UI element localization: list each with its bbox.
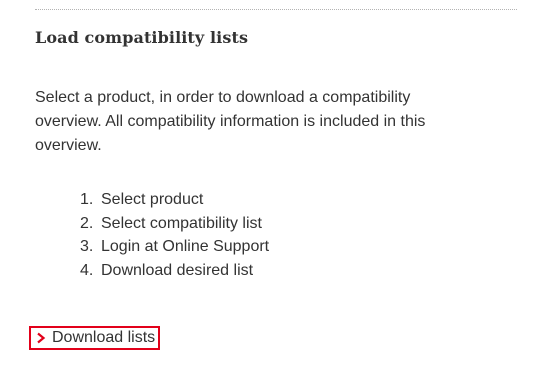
step-number: 3. [80, 238, 94, 255]
step-label: Select compatibility list [101, 214, 262, 232]
step-number: 2. [80, 214, 94, 232]
step-label: Select product [101, 191, 204, 208]
step-item: 1. Select product [80, 188, 269, 212]
steps-list: 1. Select product 2. Select compatibility … [80, 188, 269, 282]
download-lists-label: Download lists [52, 329, 156, 346]
step-item: 2. Select compatibility list [80, 212, 269, 236]
chevron-right-icon [35, 332, 47, 344]
section-title: Load compatibility lists [35, 28, 249, 47]
step-item: 4. Download desired list [80, 259, 269, 283]
download-lists-link[interactable]: Download lists [29, 326, 161, 350]
section-description: Select a product, in order to download a… [35, 89, 426, 154]
step-number: 1. [80, 191, 94, 208]
step-label: Login at Online Support [101, 238, 270, 255]
step-label: Download desired list [101, 261, 254, 279]
section-divider [35, 9, 517, 10]
step-item: 3. Login at Online Support [80, 235, 269, 259]
step-number: 4. [80, 261, 94, 279]
